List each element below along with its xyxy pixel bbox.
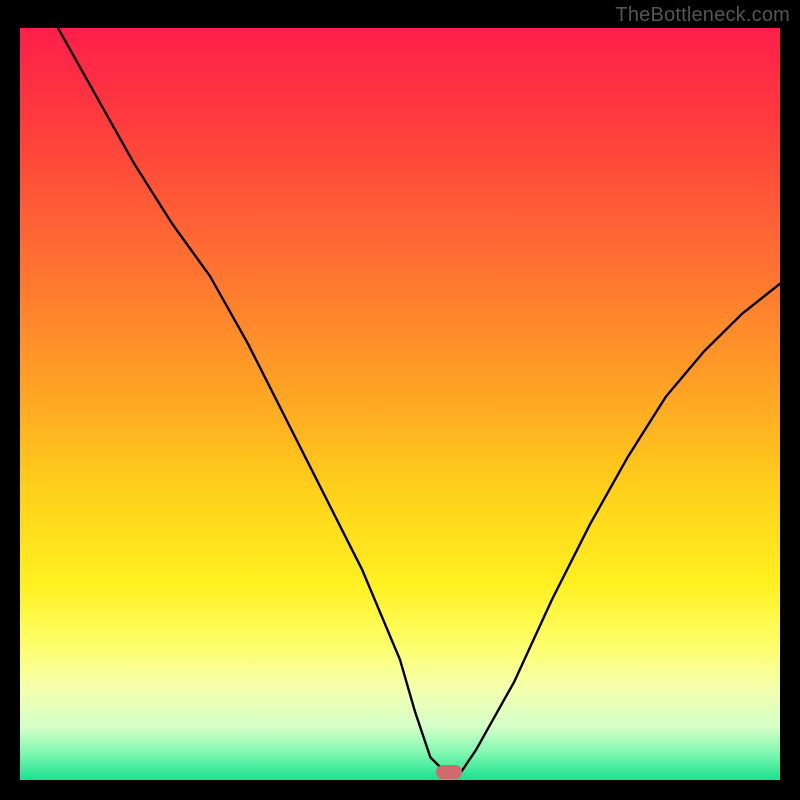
- gradient-rect: [20, 28, 780, 780]
- chart-svg: [20, 28, 780, 780]
- watermark-text: TheBottleneck.com: [615, 4, 790, 27]
- plot-area: [20, 28, 780, 780]
- chart-frame: TheBottleneck.com: [0, 0, 800, 800]
